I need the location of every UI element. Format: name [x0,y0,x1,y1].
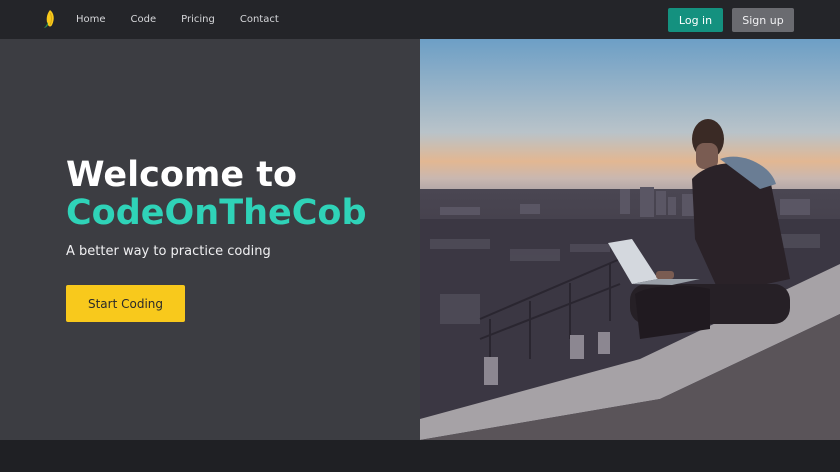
start-coding-button[interactable]: Start Coding [66,285,185,322]
corn-icon[interactable] [44,9,56,29]
nav-link-home[interactable]: Home [76,14,106,25]
footer-band [0,440,840,472]
nav-links: Home Code Pricing Contact [76,0,304,39]
hero-subtitle: A better way to practice coding [66,244,271,259]
signup-button[interactable]: Sign up [732,8,794,32]
hero-title: Welcome to [66,155,298,195]
hero-photo-illustration [420,39,840,440]
nav-link-code[interactable]: Code [131,14,157,25]
login-button[interactable]: Log in [668,8,723,32]
nav-link-contact[interactable]: Contact [240,14,279,25]
hero-panel [0,39,420,440]
hero-brand-name: CodeOnTheCob [66,193,367,233]
hero-image [420,39,840,440]
top-navbar: Home Code Pricing Contact Log in Sign up [0,0,840,39]
nav-link-pricing[interactable]: Pricing [181,14,215,25]
